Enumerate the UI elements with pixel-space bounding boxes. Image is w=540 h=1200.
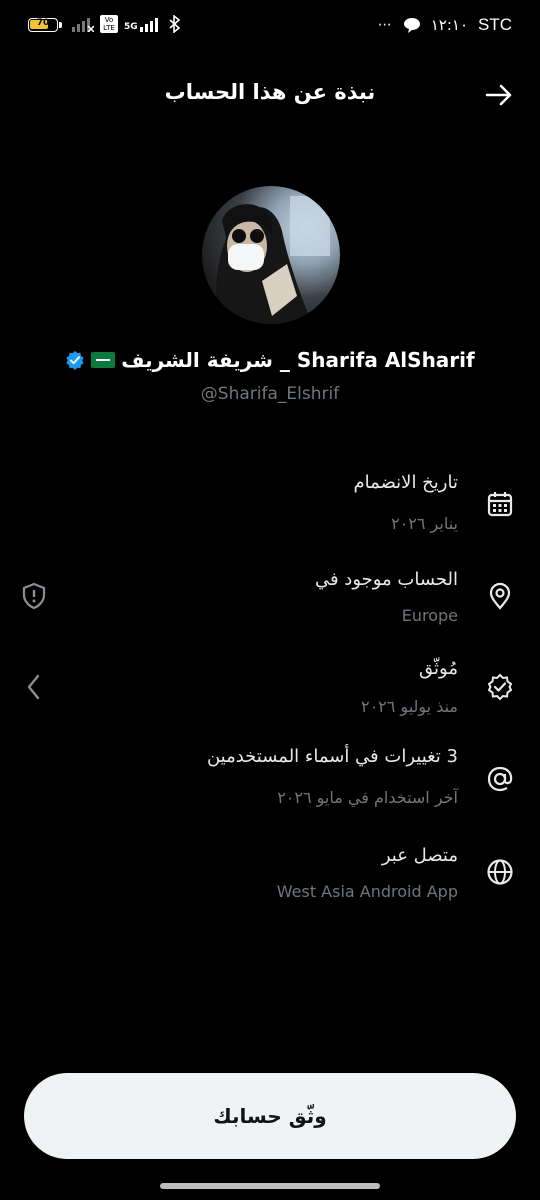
connected-via-label: متصل عبر	[381, 845, 458, 866]
username-changes-value: آخر استخدام في مايو ٢٠٢٦	[277, 788, 458, 807]
chevron-left-icon[interactable]	[20, 673, 48, 701]
verified-since-value: منذ يوليو ٢٠٢٦	[360, 697, 458, 716]
verified-label: مُوثّق	[419, 658, 458, 679]
carrier-name: STC	[478, 15, 512, 34]
shield-alert-icon[interactable]	[20, 582, 48, 610]
account-location-label: الحساب موجود في	[314, 569, 458, 590]
clock: ١٢:١٠	[430, 16, 468, 34]
back-button[interactable]	[484, 80, 514, 110]
username-changes-label: 3 تغييرات في أسماء المستخدمين	[206, 746, 458, 767]
network-type: 5G	[124, 22, 138, 32]
signal-icons: Vo LTE 5G	[72, 15, 182, 33]
arrow-right-icon	[485, 84, 512, 106]
more-dots-icon: ⋯	[377, 17, 393, 33]
at-sign-icon	[487, 766, 513, 792]
battery-level: 70	[36, 18, 50, 28]
verified-badge-icon	[66, 350, 84, 370]
volte-badge: Vo LTE	[100, 15, 118, 33]
chat-bubble-icon	[403, 18, 420, 33]
username-handle: @Sharifa_Elshrif	[200, 384, 340, 404]
signal-bars-icon	[139, 18, 158, 32]
avatar[interactable]	[202, 186, 340, 324]
globe-icon	[487, 859, 513, 885]
join-date-label: تاريخ الانضمام	[353, 472, 458, 493]
page-title: نبذة عن هذا الحساب	[164, 80, 376, 104]
location-pin-icon	[489, 582, 511, 610]
connected-via-value: West Asia Android App	[276, 882, 458, 901]
verify-account-button[interactable]: وثّق حسابك	[24, 1073, 516, 1159]
signal-bars-icon	[72, 18, 94, 32]
account-location-value: Europe	[401, 606, 458, 625]
home-indicator[interactable]	[160, 1183, 380, 1189]
saudi-flag-icon	[91, 352, 116, 368]
profile-name-row: Sharifa AlSharif _ شريفة الشريف	[0, 348, 540, 372]
display-name: Sharifa AlSharif _ شريفة الشريف	[121, 348, 475, 372]
battery-icon: 70	[28, 18, 58, 32]
avatar-photo	[215, 196, 330, 324]
calendar-icon	[487, 492, 513, 517]
status-bar: 70 Vo LTE 5G ⋯ ١٢:١٠ STC	[0, 0, 540, 52]
join-date-value: يناير ٢٠٢٦	[391, 514, 458, 533]
verified-badge-icon	[487, 673, 513, 701]
bluetooth-icon	[169, 15, 180, 33]
